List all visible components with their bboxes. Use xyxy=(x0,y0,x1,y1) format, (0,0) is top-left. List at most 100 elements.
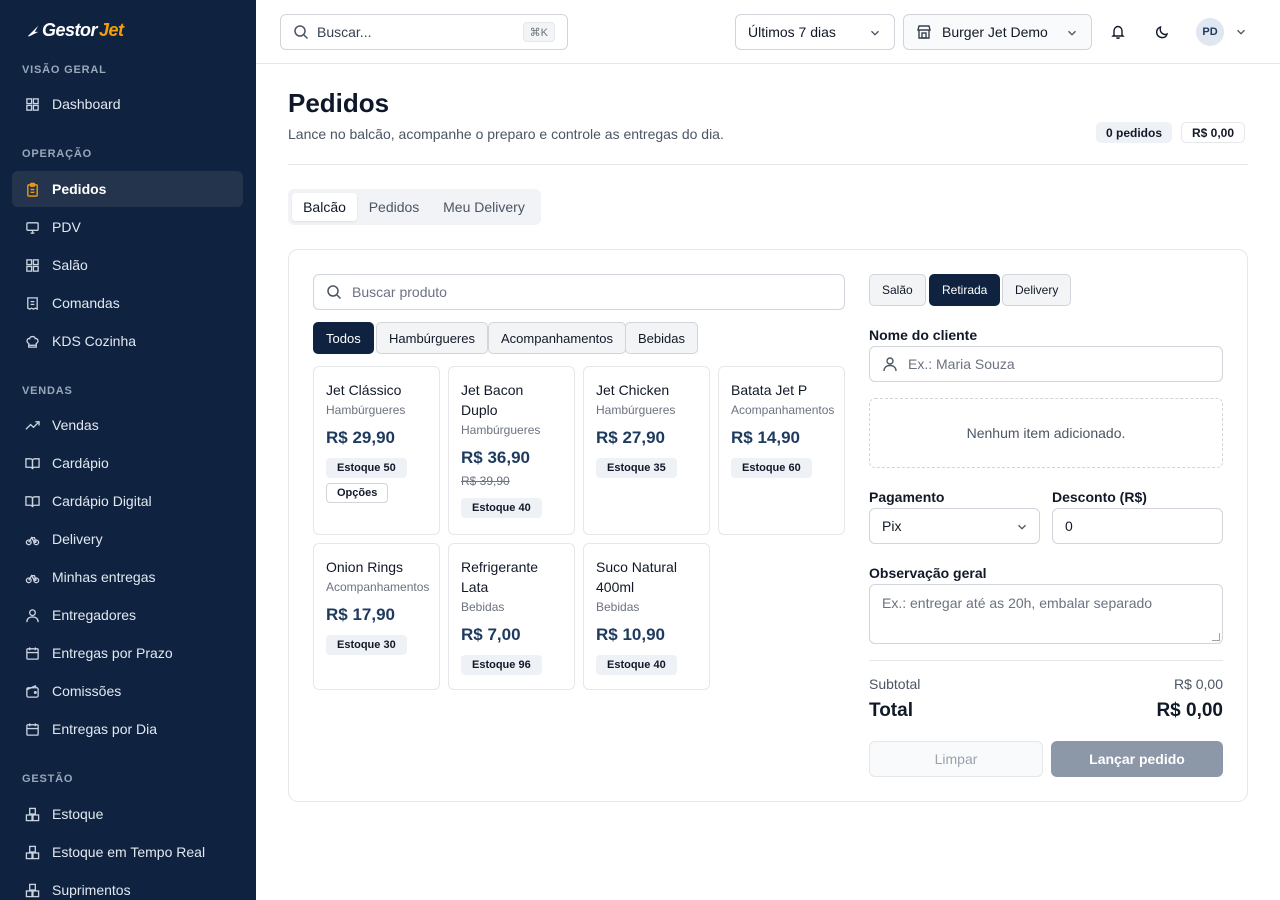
sidebar-item-vendas[interactable]: Vendas xyxy=(12,407,243,443)
sidebar-item-comandas[interactable]: Comandas xyxy=(12,285,243,321)
product-price: R$ 14,90 xyxy=(731,428,800,447)
product-card[interactable]: Batata Jet P Acompanhamentos R$ 14,90 Es… xyxy=(718,366,845,535)
product-name: Jet Chicken xyxy=(596,382,670,398)
product-stock-badge: Estoque 30 xyxy=(326,635,407,655)
product-search-input[interactable]: Buscar produto xyxy=(313,274,845,310)
sidebar-item-minhas-entregas[interactable]: Minhas entregas xyxy=(12,559,243,595)
product-card[interactable]: Jet Clássico Hambúrgueres R$ 29,90 Estoq… xyxy=(313,366,440,535)
sidebar-item-entregas-por-dia[interactable]: Entregas por Dia xyxy=(12,711,243,747)
logo-text: Gestor xyxy=(42,20,98,40)
period-select[interactable]: Últimos 7 dias xyxy=(735,14,895,50)
product-category: Bebidas xyxy=(596,600,640,614)
clear-button[interactable]: Limpar xyxy=(869,741,1043,777)
product-card[interactable]: Onion Rings Acompanhamentos R$ 17,90 Est… xyxy=(313,543,440,690)
store-select[interactable]: Burger Jet Demo xyxy=(903,14,1092,50)
sidebar-item-kds-cozinha[interactable]: KDS Cozinha xyxy=(12,323,243,359)
sidebar-item-estoque[interactable]: Estoque xyxy=(12,796,243,832)
product-options-button[interactable]: Opções xyxy=(326,483,389,503)
search-icon xyxy=(327,285,342,300)
product-card[interactable]: Jet Chicken Hambúrgueres R$ 27,90 Estoqu… xyxy=(583,366,710,535)
period-value: Últimos 7 dias xyxy=(748,24,836,40)
user-avatar[interactable]: PD xyxy=(1196,18,1224,46)
sidebar-item-label: Vendas xyxy=(52,417,99,433)
tab-meu-delivery[interactable]: Meu Delivery xyxy=(431,193,537,221)
trending-up-icon xyxy=(24,417,40,433)
order-tabs: Balcão Pedidos Meu Delivery xyxy=(288,189,541,225)
tab-pedidos[interactable]: Pedidos xyxy=(359,193,429,221)
chevron-down-icon xyxy=(1018,524,1026,530)
mode-salao-button[interactable]: Salão xyxy=(869,274,926,306)
sidebar-item-label: Pedidos xyxy=(52,181,107,197)
category-chip-todos[interactable]: Todos xyxy=(313,322,374,354)
sidebar-item-label: PDV xyxy=(52,219,81,235)
sidebar-item-estoque-tempo-real[interactable]: Estoque em Tempo Real xyxy=(12,834,243,870)
moon-icon xyxy=(1156,25,1169,39)
user-icon xyxy=(24,607,40,623)
sidebar-item-label: Dashboard xyxy=(52,96,121,112)
chevron-down-icon[interactable] xyxy=(1234,25,1248,39)
mode-retirada-button[interactable]: Retirada xyxy=(929,274,1001,306)
total-label: Total xyxy=(869,700,913,721)
customer-label: Nome do cliente xyxy=(869,327,978,343)
sidebar-item-salao[interactable]: Salão xyxy=(12,247,243,283)
product-name: Onion Rings xyxy=(326,559,404,575)
sidebar-item-label: Delivery xyxy=(52,531,103,547)
sidebar-item-label: Cardápio xyxy=(52,455,109,471)
sidebar-item-label: Minhas entregas xyxy=(52,569,156,585)
payment-select[interactable]: Pix xyxy=(869,508,1040,544)
sidebar-item-pedidos[interactable]: Pedidos xyxy=(12,171,243,207)
bike-icon xyxy=(24,531,40,547)
boxes-icon xyxy=(24,844,40,860)
sidebar-item-suprimentos[interactable]: Suprimentos xyxy=(12,872,243,900)
sidebar-item-label: Salão xyxy=(52,257,88,273)
sidebar-item-entregas-por-prazo[interactable]: Entregas por Prazo xyxy=(12,635,243,671)
product-stock-badge: Estoque 40 xyxy=(596,655,677,675)
customer-name-input[interactable]: Ex.: Maria Souza xyxy=(869,346,1223,382)
grid-icon xyxy=(24,257,40,273)
header-divider xyxy=(288,164,1248,165)
sidebar-item-cardapio[interactable]: Cardápio xyxy=(12,445,243,481)
sidebar-item-label: Suprimentos xyxy=(52,882,131,898)
sidebar-item-cardapio-digital[interactable]: Cardápio Digital xyxy=(12,483,243,519)
note-textarea[interactable]: Ex.: entregar até as 20h, embalar separa… xyxy=(869,584,1223,644)
product-card[interactable]: Refrigerante Lata Bebidas R$ 7,00 Estoqu… xyxy=(448,543,575,690)
product-name: Refrigerante Lata xyxy=(461,559,539,595)
page-subtitle: Lance no balcão, acompanhe o preparo e c… xyxy=(288,126,724,142)
sidebar-item-pdv[interactable]: PDV xyxy=(12,209,243,245)
sidebar-item-entregadores[interactable]: Entregadores xyxy=(12,597,243,633)
tab-balcao[interactable]: Balcão xyxy=(292,193,357,221)
notifications-button[interactable] xyxy=(1106,20,1130,44)
app-logo[interactable]: Gestor Jet xyxy=(26,20,124,41)
product-category: Bebidas xyxy=(461,600,505,614)
product-category: Acompanhamentos xyxy=(731,403,835,417)
page-title: Pedidos xyxy=(288,88,390,118)
store-value: Burger Jet Demo xyxy=(942,24,1048,40)
chevron-down-icon xyxy=(1068,30,1076,36)
launch-order-button[interactable]: Lançar pedido xyxy=(1051,741,1223,777)
product-category: Hambúrgueres xyxy=(596,403,676,417)
category-chip-hamburgueres[interactable]: Hambúrgueres xyxy=(376,322,488,354)
product-card[interactable]: Jet Bacon Duplo Hambúrgueres R$ 36,90 R$… xyxy=(448,366,575,535)
totals-divider xyxy=(869,660,1223,661)
sidebar-item-comissoes[interactable]: Comissões xyxy=(12,673,243,709)
product-price: R$ 10,90 xyxy=(596,625,665,644)
product-card[interactable]: Suco Natural 400ml Bebidas R$ 10,90 Esto… xyxy=(583,543,710,690)
store-icon xyxy=(917,25,931,39)
category-chip-acompanhamentos[interactable]: Acompanhamentos xyxy=(488,322,627,354)
sidebar-item-delivery[interactable]: Delivery xyxy=(12,521,243,557)
clipboard-icon xyxy=(24,181,40,197)
mode-delivery-button[interactable]: Delivery xyxy=(1002,274,1072,306)
sidebar-item-label: KDS Cozinha xyxy=(52,333,137,349)
discount-input[interactable]: 0 xyxy=(1052,508,1223,544)
chevron-down-icon xyxy=(871,30,879,36)
category-chip-bebidas[interactable]: Bebidas xyxy=(625,322,698,354)
resize-handle-icon[interactable] xyxy=(1212,633,1220,641)
discount-label: Desconto (R$) xyxy=(1052,489,1147,505)
theme-toggle-button[interactable] xyxy=(1150,20,1174,44)
book-open-icon xyxy=(24,493,40,509)
search-placeholder: Buscar... xyxy=(317,24,372,40)
sidebar-item-dashboard[interactable]: Dashboard xyxy=(12,86,243,122)
customer-name-placeholder: Ex.: Maria Souza xyxy=(908,356,1015,372)
global-search-input[interactable]: Buscar... ⌘K xyxy=(280,14,568,50)
jet-logo-icon xyxy=(27,25,39,36)
